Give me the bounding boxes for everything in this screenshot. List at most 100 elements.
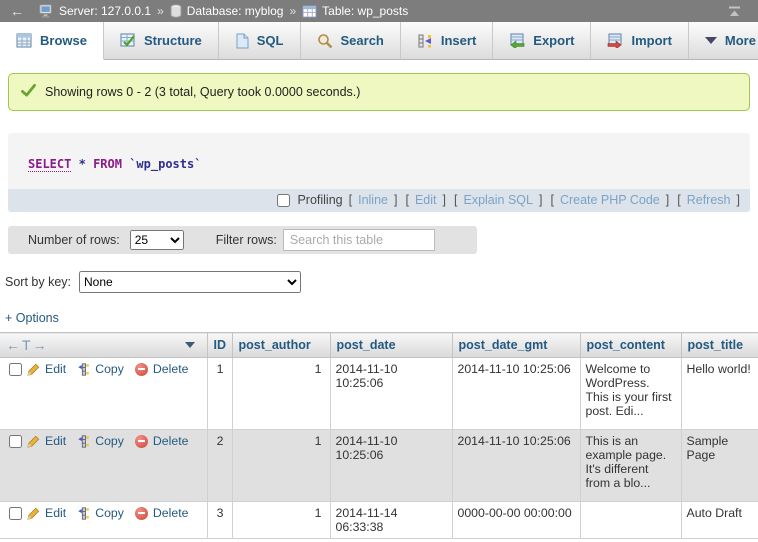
edit-query-link[interactable]: Edit [415, 193, 437, 207]
explain-sql-link[interactable]: Explain SQL [463, 193, 532, 207]
row-checkbox[interactable] [9, 363, 22, 376]
edit-row-link[interactable]: Edit [45, 506, 66, 520]
cell-post-content: This is an example page. It's different … [580, 430, 681, 502]
sql-query-box: SELECT * FROM `wp_posts` Profiling [Inli… [8, 133, 750, 212]
bracket: [ [677, 193, 680, 207]
cell-id: 3 [207, 502, 232, 539]
bracket: [ [405, 193, 408, 207]
tab-label: Browse [40, 33, 87, 48]
tab-structure[interactable]: Structure [104, 22, 219, 59]
tab-label: Structure [144, 33, 202, 48]
breadcrumb-server[interactable]: Server: 127.0.0.1 [59, 4, 151, 18]
cell-post-date: 2014-11-10 10:25:06 [330, 358, 452, 430]
sort-by-key-select[interactable]: None [79, 271, 301, 293]
results-table: ←T→ ID post_author post_date post_date_g… [0, 332, 758, 539]
header-row: ←T→ ID post_author post_date post_date_g… [0, 333, 758, 358]
tab-label: Import [631, 33, 671, 48]
cell-post-title: Hello world! [681, 358, 758, 430]
database-icon [170, 4, 182, 18]
cell-id: 1 [207, 358, 232, 430]
delete-row-link[interactable]: Delete [153, 434, 189, 448]
rows-controls-bar: Number of rows: 25 Filter rows: [8, 226, 477, 254]
num-rows-label: Number of rows: [28, 233, 120, 247]
copy-row-link[interactable]: Copy [95, 506, 124, 520]
tab-export[interactable]: Export [493, 22, 591, 59]
tab-bar: Browse Structure SQL Search Insert Expor… [0, 22, 758, 60]
tab-sql[interactable]: SQL [219, 22, 301, 59]
column-header-post-date-gmt[interactable]: post_date_gmt [452, 333, 580, 358]
num-rows-select[interactable]: 25 [130, 230, 184, 250]
row-checkbox[interactable] [9, 507, 22, 520]
breadcrumb-separator: » [157, 4, 164, 18]
table-icon [302, 5, 317, 18]
delete-row-link[interactable]: Delete [153, 506, 189, 520]
magnifier-icon [317, 33, 333, 49]
delete-icon [135, 507, 148, 520]
success-check-icon [21, 84, 36, 100]
insert-row-icon [417, 33, 433, 49]
chevron-down-icon [705, 37, 717, 44]
tab-label: Search [341, 33, 384, 48]
sql-keyword-from: FROM [93, 157, 122, 171]
tab-label: Export [533, 33, 574, 48]
cell-post-date-gmt: 2014-11-10 10:25:06 [452, 358, 580, 430]
breadcrumb-table[interactable]: Table: wp_posts [322, 4, 408, 18]
cell-post-title: Auto Draft [681, 502, 758, 539]
breadcrumb-separator: » [289, 4, 296, 18]
bracket: [ [349, 193, 352, 207]
table-row: Edit Copy Delete 2 1 2014-11-10 10:25:06… [0, 430, 758, 502]
edit-row-link[interactable]: Edit [45, 362, 66, 376]
tab-browse[interactable]: Browse [0, 22, 104, 60]
profiling-checkbox[interactable] [277, 194, 290, 207]
column-nav-header: ←T→ [0, 333, 207, 358]
bracket: ] [394, 193, 397, 207]
column-header-post-content[interactable]: post_content [580, 333, 681, 358]
copy-row-link[interactable]: Copy [95, 362, 124, 376]
server-icon [39, 4, 54, 18]
filter-rows-label: Filter rows: [216, 233, 277, 247]
column-header-id[interactable]: ID [207, 333, 232, 358]
copy-icon [77, 363, 90, 376]
cell-post-date: 2014-11-14 06:33:38 [330, 502, 452, 539]
tab-insert[interactable]: Insert [401, 22, 493, 59]
inline-link[interactable]: Inline [358, 193, 388, 207]
table-row: Edit Copy Delete 3 1 2014-11-14 06:33:38… [0, 502, 758, 539]
collapse-top-icon[interactable] [727, 5, 750, 18]
sql-star: * [79, 157, 86, 171]
filter-rows-input[interactable] [283, 229, 435, 251]
bracket: ] [737, 193, 740, 207]
sql-query-text: SELECT * FROM `wp_posts` [8, 133, 750, 189]
pencil-icon [27, 363, 40, 376]
options-toggle-link[interactable]: + Options [5, 311, 59, 325]
import-icon [607, 33, 623, 48]
column-nav-arrows[interactable]: ←T→ [6, 337, 49, 353]
bracket: [ [454, 193, 457, 207]
tab-import[interactable]: Import [591, 22, 688, 59]
row-checkbox[interactable] [9, 435, 22, 448]
structure-icon [120, 33, 136, 48]
cell-post-date-gmt: 2014-11-10 10:25:06 [452, 430, 580, 502]
breadcrumb-database[interactable]: Database: myblog [187, 4, 284, 18]
pencil-icon [27, 507, 40, 520]
create-php-code-link[interactable]: Create PHP Code [560, 193, 660, 207]
sql-keyword-select[interactable]: SELECT [28, 157, 71, 172]
copy-row-link[interactable]: Copy [95, 434, 124, 448]
sort-by-key-label: Sort by key: [5, 275, 71, 289]
bracket: [ [550, 193, 553, 207]
back-arrow-icon[interactable]: ← [0, 3, 34, 19]
tab-search[interactable]: Search [301, 22, 401, 59]
column-menu-caret-icon[interactable] [185, 342, 195, 348]
pencil-icon [27, 435, 40, 448]
cell-post-date: 2014-11-10 10:25:06 [330, 430, 452, 502]
column-header-post-author[interactable]: post_author [232, 333, 330, 358]
delete-row-link[interactable]: Delete [153, 362, 189, 376]
export-icon [509, 33, 525, 48]
column-header-post-title[interactable]: post_title [681, 333, 758, 358]
status-message: Showing rows 0 - 2 (3 total, Query took … [8, 73, 750, 111]
refresh-link[interactable]: Refresh [687, 193, 731, 207]
bracket: ] [443, 193, 446, 207]
table-grid-icon [16, 33, 32, 48]
tab-more[interactable]: More [689, 22, 758, 59]
column-header-post-date[interactable]: post_date [330, 333, 452, 358]
edit-row-link[interactable]: Edit [45, 434, 66, 448]
